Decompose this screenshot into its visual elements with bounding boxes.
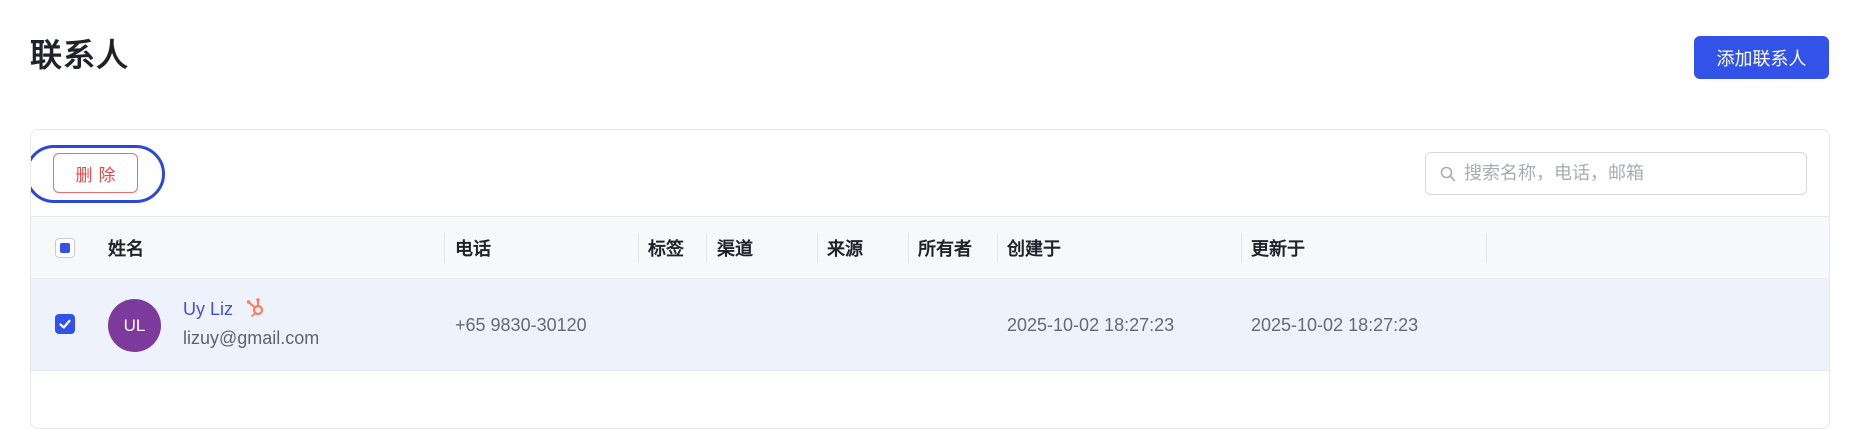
- table-row[interactable]: UL Uy Liz lizuy@gmail.com +65 9830-30120…: [31, 279, 1829, 371]
- column-header-name[interactable]: 姓名: [108, 217, 144, 279]
- contacts-table-card: 删除 姓名 电话 标签 渠道 来源 所有者 创建于 更新于: [30, 129, 1830, 429]
- column-divider: [817, 233, 818, 263]
- page-title: 联系人: [30, 36, 130, 74]
- created-at-cell: 2025-10-02 18:27:23: [1007, 314, 1175, 335]
- add-contact-button[interactable]: 添加联系人: [1694, 36, 1829, 79]
- column-divider: [638, 233, 639, 263]
- column-divider: [1241, 233, 1242, 263]
- column-header-channel[interactable]: 渠道: [717, 217, 753, 279]
- column-header-phone[interactable]: 电话: [455, 217, 491, 279]
- column-divider: [1486, 233, 1487, 263]
- search-input[interactable]: [1464, 163, 1794, 184]
- avatar: UL: [108, 299, 161, 352]
- select-all-checkbox[interactable]: [55, 238, 75, 258]
- contact-name-link[interactable]: Uy Liz: [183, 299, 233, 320]
- delete-button[interactable]: 删除: [53, 153, 138, 193]
- updated-at-cell: 2025-10-02 18:27:23: [1251, 314, 1419, 335]
- phone-cell: +65 9830-30120: [455, 314, 587, 335]
- column-divider: [706, 233, 707, 263]
- search-box[interactable]: [1425, 152, 1807, 195]
- column-divider: [908, 233, 909, 263]
- column-divider: [997, 233, 998, 263]
- column-header-created[interactable]: 创建于: [1007, 217, 1061, 279]
- column-header-updated[interactable]: 更新于: [1251, 217, 1305, 279]
- column-divider: [444, 233, 445, 263]
- contact-email: lizuy@gmail.com: [183, 328, 320, 348]
- hubspot-icon: [246, 298, 264, 318]
- search-icon: [1440, 166, 1456, 181]
- checkmark-icon: [59, 319, 71, 329]
- column-header-owner[interactable]: 所有者: [918, 217, 972, 279]
- column-header-tags[interactable]: 标签: [648, 217, 684, 279]
- table-header: 姓名 电话 标签 渠道 来源 所有者 创建于 更新于: [31, 217, 1829, 279]
- column-header-source[interactable]: 来源: [827, 217, 863, 279]
- row-checkbox[interactable]: [55, 314, 75, 334]
- table-toolbar: 删除: [31, 130, 1829, 217]
